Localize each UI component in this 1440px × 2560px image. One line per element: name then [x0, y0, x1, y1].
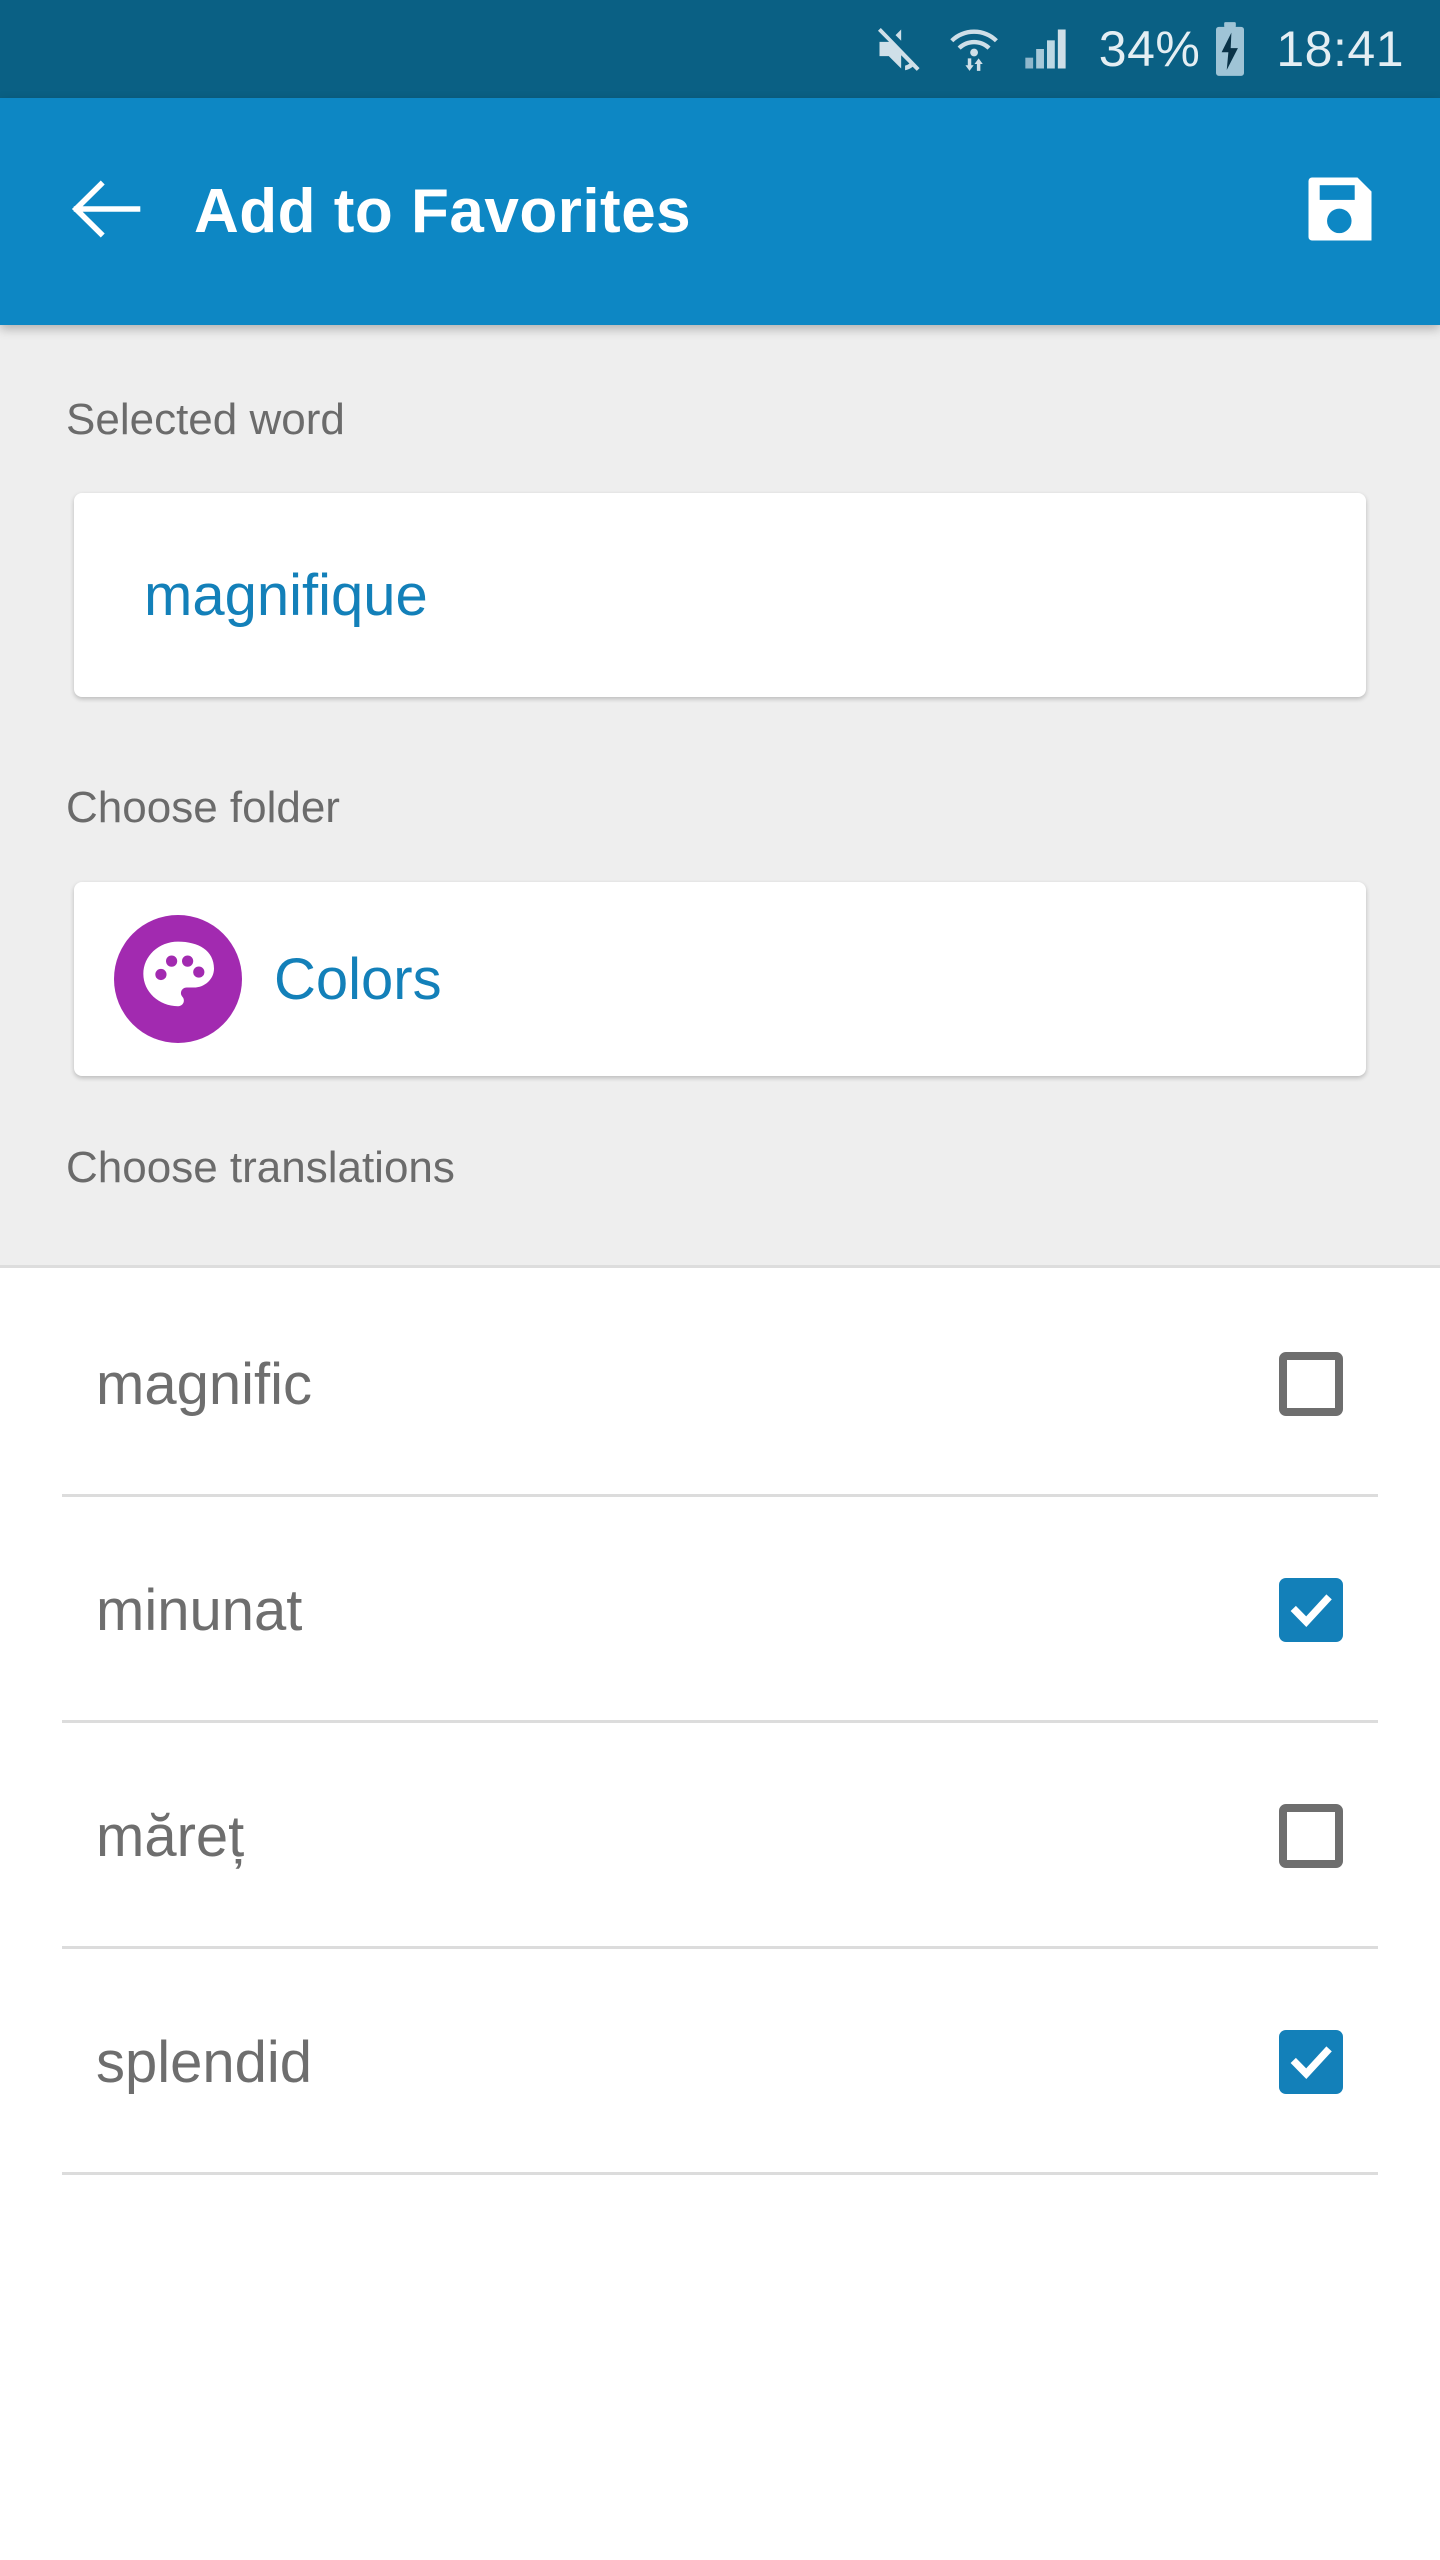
- translation-checkbox[interactable]: [1278, 1351, 1344, 1417]
- battery-charging-icon: [1210, 21, 1250, 77]
- checkbox-checked-icon: [1279, 2030, 1343, 2094]
- selected-word-value: magnifique: [144, 562, 428, 628]
- choose-folder-label: Choose folder: [66, 783, 340, 832]
- checkbox-checked-icon: [1279, 1578, 1343, 1642]
- back-arrow-icon: [64, 167, 148, 256]
- form-area: Selected word magnifique Choose folder C…: [0, 325, 1440, 1268]
- choose-translations-label: Choose translations: [66, 1143, 455, 1192]
- clock: 18:41: [1276, 21, 1404, 77]
- translation-checkbox[interactable]: [1278, 2029, 1344, 2095]
- translations-list: magnific minunat măreț splendid: [0, 1271, 1440, 2175]
- translation-checkbox[interactable]: [1278, 1803, 1344, 1869]
- signal-icon: [1021, 23, 1073, 75]
- palette-icon: [104, 882, 252, 1076]
- save-floppy-icon: [1298, 167, 1382, 256]
- translation-label: minunat: [96, 1577, 303, 1643]
- checkbox-unchecked-icon: [1279, 1352, 1343, 1416]
- translation-row[interactable]: măreț: [0, 1723, 1440, 1949]
- selected-word-field[interactable]: magnifique: [74, 493, 1366, 697]
- mute-icon: [873, 23, 925, 75]
- translation-row[interactable]: magnific: [0, 1271, 1440, 1497]
- checkbox-unchecked-icon: [1279, 1804, 1343, 1868]
- translation-row[interactable]: splendid: [0, 1949, 1440, 2175]
- row-divider: [62, 2172, 1378, 2175]
- translation-label: măreț: [96, 1803, 245, 1869]
- app-bar: Add to Favorites: [0, 98, 1440, 325]
- folder-name: Colors: [274, 946, 442, 1012]
- translation-label: magnific: [96, 1351, 312, 1417]
- translation-checkbox[interactable]: [1278, 1577, 1344, 1643]
- page-title: Add to Favorites: [194, 177, 692, 246]
- battery-percent: 34%: [1098, 21, 1201, 77]
- translation-label: splendid: [96, 2029, 313, 2095]
- save-button[interactable]: [1298, 167, 1382, 256]
- back-button[interactable]: [46, 167, 166, 256]
- wifi-icon: [947, 23, 999, 75]
- status-bar: 34% 18:41: [0, 0, 1440, 98]
- selected-word-label: Selected word: [66, 395, 345, 444]
- translation-row[interactable]: minunat: [0, 1497, 1440, 1723]
- choose-folder-field[interactable]: Colors: [74, 882, 1366, 1076]
